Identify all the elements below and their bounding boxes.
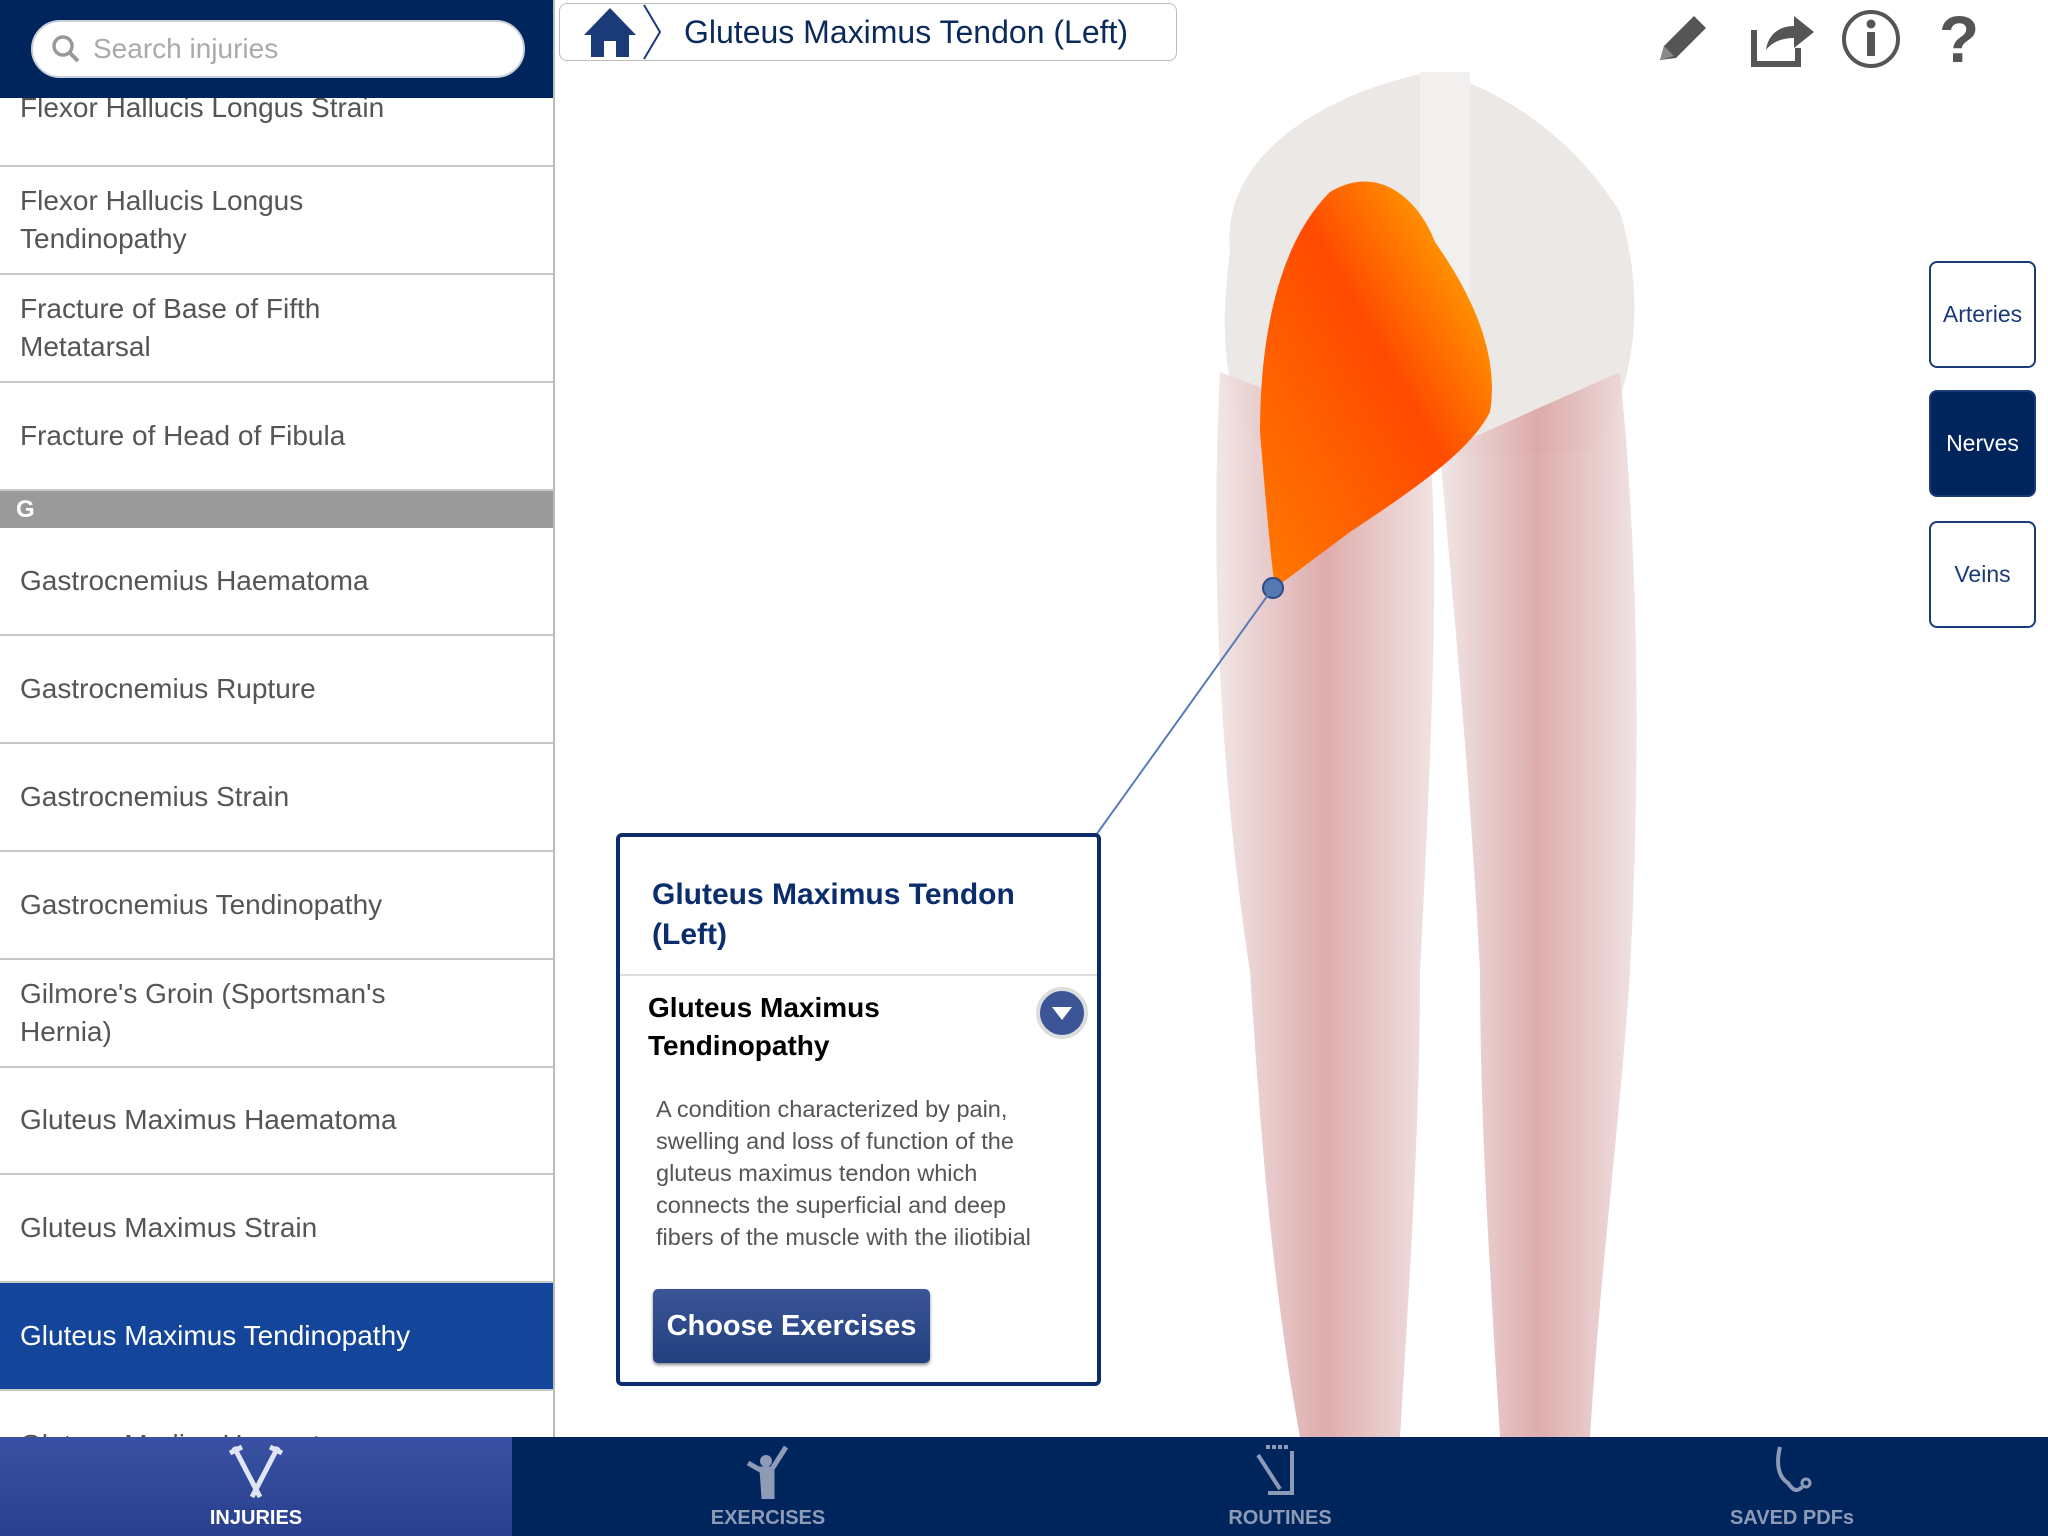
arteries-layer-button[interactable]: Arteries xyxy=(1929,261,2036,368)
tab-exercises[interactable]: EXERCISES xyxy=(512,1437,1024,1536)
tab-saved-pdfs[interactable]: SAVED PDFs xyxy=(1536,1437,2048,1536)
search-placeholder: Search injuries xyxy=(93,33,279,64)
structure-popup: Gluteus Maximus Tendon (Left) Gluteus Ma… xyxy=(616,833,1101,1386)
injury-name: Gluteus Maximus Tendinopathy xyxy=(648,992,880,1061)
veins-layer-button[interactable]: Veins xyxy=(1929,521,2036,628)
stethoscope-icon xyxy=(1776,1446,1812,1492)
search-bar: Search injuries xyxy=(0,0,553,98)
popup-title: Gluteus Maximus Tendon (Left) xyxy=(652,878,1015,951)
tab-label: ROUTINES xyxy=(1228,1507,1332,1529)
tab-bar: INJURIES EXERCISES ROUTINES SAVED PDFs xyxy=(0,1437,2048,1536)
tab-label: SAVED PDFs xyxy=(1729,1507,1855,1529)
search-icon xyxy=(52,35,80,63)
injury-description[interactable]: A condition characterized by pain, swell… xyxy=(656,1093,1056,1260)
nerves-layer-button[interactable]: Nerves xyxy=(1929,390,2036,497)
tab-label: INJURIES xyxy=(209,1507,303,1529)
tab-routines[interactable]: ROUTINES xyxy=(1024,1437,1536,1536)
search-input[interactable]: Search injuries xyxy=(31,20,525,78)
expand-button[interactable] xyxy=(1036,987,1088,1039)
exercise-icon xyxy=(746,1445,789,1499)
tab-injuries[interactable]: INJURIES xyxy=(0,1437,512,1536)
routines-icon xyxy=(1256,1445,1294,1495)
chevron-down-icon xyxy=(1052,1007,1072,1020)
tab-label: EXERCISES xyxy=(710,1507,826,1529)
choose-exercises-button[interactable]: Choose Exercises xyxy=(653,1289,930,1363)
crutches-icon xyxy=(228,1444,284,1499)
divider xyxy=(620,974,1097,976)
